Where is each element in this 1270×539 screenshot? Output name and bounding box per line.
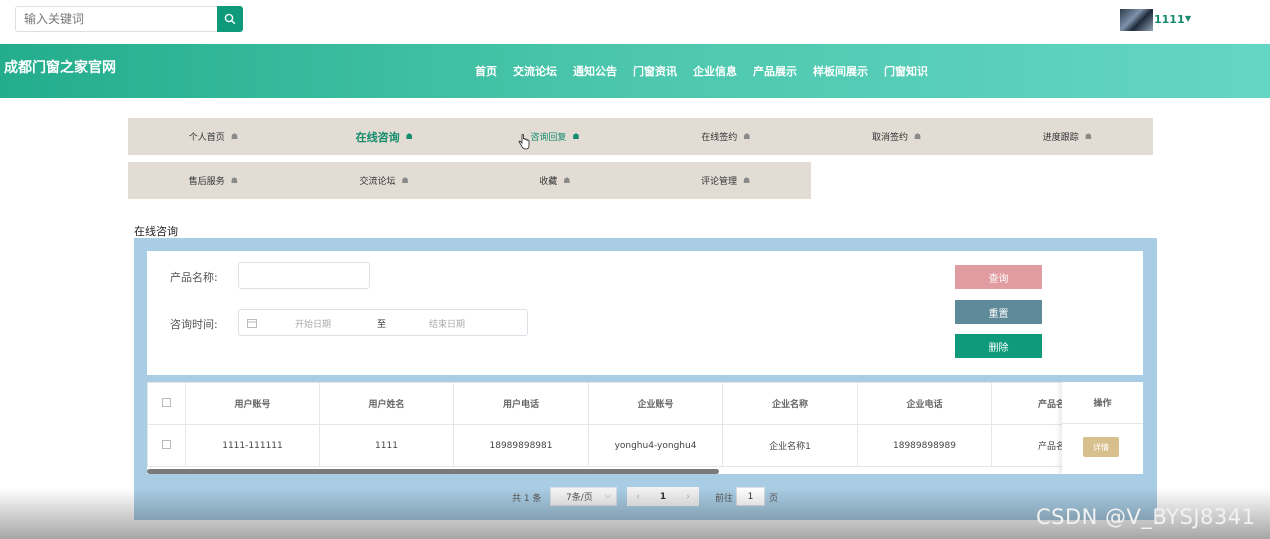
home-icon: ☗: [563, 176, 571, 185]
table-header: 企业账号: [588, 382, 723, 425]
table-row: 1111-111111 1111 18989898981 yonghu4-yon…: [147, 424, 1126, 467]
nav-item-notice[interactable]: 通知公告: [573, 63, 617, 79]
nav-item-products[interactable]: 产品展示: [753, 63, 797, 79]
home-icon: ☗: [230, 176, 238, 185]
table-cell: 1111-111111: [185, 424, 320, 467]
select-all-cell: [147, 382, 186, 425]
row-select-cell: [147, 424, 186, 467]
menu-item-label: 交流论坛: [359, 177, 396, 187]
menu-item-label: 评论管理: [701, 177, 738, 187]
menu-item-label: 在线咨询: [355, 130, 400, 144]
current-page[interactable]: 1: [649, 487, 677, 506]
menu-item-online-consult[interactable]: 在线咨询 ☗: [299, 118, 470, 155]
menu-item-label: 取消签约: [871, 133, 908, 143]
product-name-input[interactable]: [238, 262, 370, 289]
user-menu-row-2: 售后服务 ☗ 交流论坛 ☗ 收藏 ☗ 评论管理 ☗: [128, 162, 811, 199]
home-icon: ☗: [401, 176, 409, 185]
next-page-button[interactable]: ›: [677, 487, 699, 506]
site-title: 成都门窗之家官网: [4, 60, 116, 76]
menu-item-label: 售后服务: [188, 177, 225, 187]
home-icon: ☗: [743, 132, 751, 141]
caret-down-icon[interactable]: ▼: [1185, 14, 1191, 23]
menu-item-forum[interactable]: 交流论坛 ☗: [299, 162, 470, 199]
page-suffix: 页: [769, 494, 779, 504]
product-name-label: 产品名称:: [170, 271, 218, 284]
table-header-row: 用户账号 用户姓名 用户电话 企业账号 企业名称 企业电话 产品名: [147, 382, 1126, 425]
username[interactable]: 1111: [1154, 13, 1185, 26]
chevron-down-icon: ⌵: [604, 491, 611, 500]
main-nav: 首页 交流论坛 通知公告 门窗资讯 企业信息 产品展示 样板间展示 门窗知识: [475, 63, 944, 79]
calendar-icon: [247, 319, 257, 328]
goto-label: 前往: [715, 494, 734, 504]
table-cell: 企业名称1: [722, 424, 858, 467]
section-title: 在线咨询: [134, 225, 178, 238]
table-header: 用户姓名: [319, 382, 454, 425]
menu-item-consult-reply[interactable]: 咨询回复 ☗: [470, 118, 641, 155]
start-date-input[interactable]: 开始日期: [295, 317, 331, 330]
search-icon: [224, 13, 236, 25]
range-separator: 至: [377, 320, 387, 330]
nav-item-company[interactable]: 企业信息: [693, 63, 737, 79]
menu-item-comments[interactable]: 评论管理 ☗: [640, 162, 811, 199]
nav-item-home[interactable]: 首页: [475, 63, 497, 79]
user-menu-row-1: 个人首页 ☗ 在线咨询 ☗ 咨询回复 ☗ 在线签约 ☗ 取消签约 ☗ 进度跟踪 ☗: [128, 118, 1153, 155]
end-date-input[interactable]: 结束日期: [429, 317, 465, 330]
chevron-right-icon: ›: [686, 491, 690, 502]
consult-table: 用户账号 用户姓名 用户电话 企业账号 企业名称 企业电话 产品名 1111-1…: [147, 382, 1143, 474]
nav-item-news[interactable]: 门窗资讯: [633, 63, 677, 79]
select-all-checkbox[interactable]: [162, 397, 171, 407]
prev-page-button[interactable]: ‹: [627, 487, 649, 506]
pagination-total: 共 1 条: [512, 494, 542, 504]
table-cell: 18989898989: [857, 424, 992, 467]
reset-button[interactable]: 重置: [955, 300, 1042, 324]
table-header: 用户电话: [453, 382, 589, 425]
table-header: 操作: [1062, 382, 1143, 424]
row-checkbox[interactable]: [162, 439, 171, 449]
home-icon: ☗: [572, 132, 580, 141]
hand-cursor-icon: [518, 134, 530, 150]
search-button[interactable]: [217, 6, 243, 32]
menu-item-label: 进度跟踪: [1042, 133, 1079, 143]
top-bar: 1111 ▼: [0, 0, 1270, 44]
query-button[interactable]: 查询: [955, 265, 1042, 289]
nav-item-forum[interactable]: 交流论坛: [513, 63, 557, 79]
menu-item-label: 咨询回复: [530, 133, 567, 143]
chevron-left-icon: ‹: [636, 491, 640, 502]
home-icon: ☗: [914, 132, 922, 141]
menu-item-favorites[interactable]: 收藏 ☗: [470, 162, 641, 199]
goto-page-input[interactable]: 1: [736, 487, 765, 506]
header-banner: 成都门窗之家官网 首页 交流论坛 通知公告 门窗资讯 企业信息 产品展示 样板间…: [0, 44, 1270, 98]
table-header: 企业名称: [722, 382, 858, 425]
watermark: CSDN @V_BYSJ8341: [1036, 505, 1256, 529]
home-icon: ☗: [405, 132, 413, 141]
home-icon: ☗: [1084, 132, 1092, 141]
consult-date-range[interactable]: 开始日期 至 结束日期: [238, 309, 528, 336]
delete-button[interactable]: 删除: [955, 334, 1042, 358]
menu-item-personal-home[interactable]: 个人首页 ☗: [128, 118, 299, 155]
operation-column: 操作 详情: [1062, 382, 1143, 474]
page-size-select[interactable]: 7条/页 ⌵: [550, 487, 617, 506]
menu-item-after-sales[interactable]: 售后服务 ☗: [128, 162, 299, 199]
menu-item-online-sign[interactable]: 在线签约 ☗: [640, 118, 811, 155]
table-header: 企业电话: [857, 382, 992, 425]
detail-button[interactable]: 详情: [1083, 437, 1119, 457]
page-size-value: 7条/页: [566, 493, 593, 503]
nav-item-showroom[interactable]: 样板间展示: [813, 63, 868, 79]
home-icon: ☗: [743, 176, 751, 185]
horizontal-scrollbar[interactable]: [147, 469, 719, 474]
table-cell: 18989898981: [453, 424, 589, 467]
table-cell: 1111: [319, 424, 454, 467]
nav-item-knowledge[interactable]: 门窗知识: [884, 63, 928, 79]
home-icon: ☗: [230, 132, 238, 141]
table-cell: yonghu4-yonghu4: [588, 424, 723, 467]
menu-item-cancel-sign[interactable]: 取消签约 ☗: [811, 118, 982, 155]
menu-item-label: 收藏: [539, 177, 558, 187]
avatar[interactable]: [1120, 9, 1153, 31]
menu-item-progress[interactable]: 进度跟踪 ☗: [982, 118, 1153, 155]
table-header: 用户账号: [185, 382, 320, 425]
menu-item-label: 个人首页: [188, 133, 225, 143]
consult-time-label: 咨询时间:: [170, 318, 218, 331]
search-input[interactable]: [15, 6, 217, 32]
menu-item-label: 在线签约: [701, 133, 738, 143]
